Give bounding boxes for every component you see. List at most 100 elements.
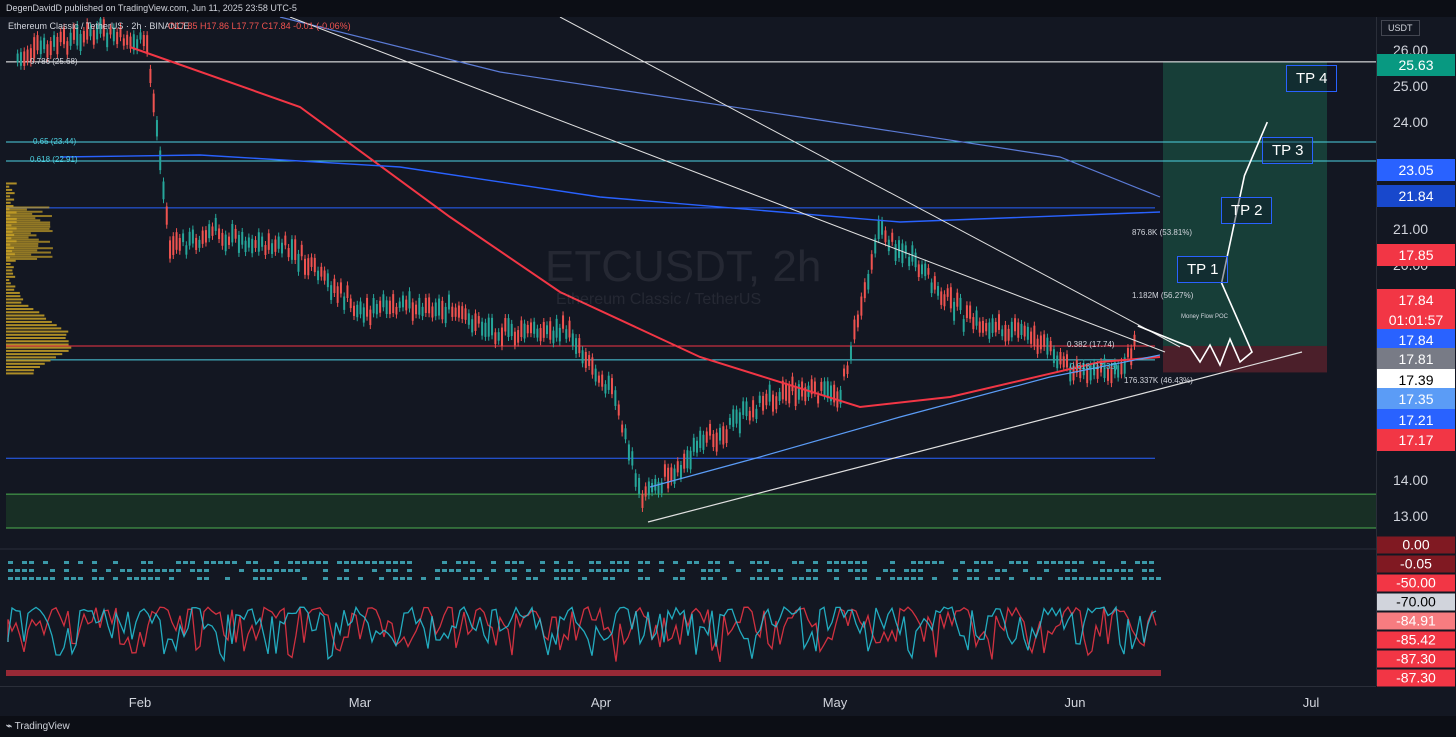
candle-body (775, 396, 777, 409)
oscillator-dot (645, 577, 650, 580)
price-tick-label: 14.00 (1393, 472, 1428, 488)
oscillator-dot (204, 577, 209, 580)
oscillator-dot (708, 577, 713, 580)
oscillator-dot (764, 577, 769, 580)
volume-profile-bar (6, 308, 33, 310)
candle-body (369, 310, 371, 325)
candle-body (927, 268, 929, 275)
candle-body (706, 431, 708, 442)
candle-body (966, 305, 968, 318)
candle-body (943, 294, 945, 306)
oscillator-dot (974, 577, 979, 580)
oscillator-dot (190, 569, 195, 572)
oscillator-dot (799, 561, 804, 564)
candle-body (702, 435, 704, 450)
candle-body (379, 301, 381, 313)
oscillator-dot (708, 569, 713, 572)
volume-profile-bar (6, 363, 45, 365)
candle-body (969, 305, 971, 318)
oscillator-dot (834, 561, 839, 564)
oscillator-dot (645, 561, 650, 564)
oscillator-dot (1065, 561, 1070, 564)
candle-body (595, 369, 597, 382)
volume-profile-bar (6, 232, 31, 234)
candle-body (409, 291, 411, 308)
candle-body (937, 286, 939, 296)
oscillator-dot (1002, 569, 1007, 572)
oscillator-dot (638, 561, 643, 564)
candle-body (235, 229, 237, 239)
time-axis[interactable]: Feb Mar Apr May Jun Jul (0, 686, 1376, 717)
currency-button[interactable]: USDT (1381, 20, 1420, 36)
candle-body (908, 257, 910, 266)
candle-body (304, 259, 306, 275)
time-tick-label: Jun (1065, 695, 1086, 710)
candle-body (798, 384, 800, 400)
volume-profile-bar (6, 263, 11, 265)
oscillator-dot (1121, 561, 1126, 564)
tp4-box: TP 4 (1286, 65, 1337, 92)
oscillator-dot (673, 577, 678, 580)
candle-body (559, 328, 561, 342)
candle-body (716, 433, 718, 452)
oscillator-dot (757, 561, 762, 564)
oscillator-dot (729, 561, 734, 564)
volume-profile-bar (6, 295, 20, 297)
candle-body (931, 282, 933, 293)
price-tag: 01:01:57 (1377, 309, 1455, 331)
candle-body (1017, 322, 1019, 337)
candle-body (693, 438, 695, 452)
candle-body (785, 383, 787, 400)
candle-body (254, 240, 256, 248)
chart-pane[interactable]: Ethereum Classic / TetherUS · 2h · BINAN… (0, 17, 1376, 686)
price-tag: 17.35 (1377, 388, 1455, 410)
candle-body (752, 400, 754, 417)
candle-body (732, 409, 734, 427)
oscillator-dot (911, 569, 916, 572)
price-tag: 17.85 (1377, 244, 1455, 266)
candle-body (43, 38, 45, 49)
oscillator-dot (722, 577, 727, 580)
oscillator-dot (344, 569, 349, 572)
candle-body (346, 285, 348, 298)
candle-body (176, 232, 178, 250)
candle-body (228, 237, 230, 245)
oscillator-dot (680, 577, 685, 580)
time-tick-label: Apr (591, 695, 611, 710)
oscillator-dot (988, 561, 993, 564)
volume-profile-bar (6, 311, 39, 313)
price-axis[interactable]: USDT 26.0025.0024.0021.0020.0014.0013.00… (1376, 17, 1456, 686)
symbol-name-watermark: Ethereum Classic / TetherUS (556, 291, 761, 309)
candle-body (458, 306, 460, 318)
candle-body (264, 245, 266, 255)
oscillator-dot (540, 561, 545, 564)
candle-body (686, 450, 688, 468)
oscillator-dot (379, 577, 384, 580)
oscillator-dot (148, 569, 153, 572)
candle-body (631, 451, 633, 465)
candle-body (294, 239, 296, 260)
candle-body (979, 322, 981, 333)
footer-bar: ⌁ TradingView (0, 716, 1456, 737)
volume-profile-bar (6, 215, 52, 217)
candle-body (1043, 334, 1045, 347)
oscillator-dot (253, 569, 258, 572)
oscillator-dot (1079, 577, 1084, 580)
candle-body (601, 375, 603, 387)
oscillator-dot (589, 561, 594, 564)
oscillator-dot (757, 569, 762, 572)
candle-body (363, 307, 365, 322)
candle-body (245, 241, 247, 252)
legend-ohlc: O17.85 H17.86 L17.77 C17.84 -0.01 (-0.06… (168, 21, 351, 31)
oscillator-dot (918, 577, 923, 580)
oscillator-dot (176, 569, 181, 572)
oscillator-dot (141, 561, 146, 564)
oscillator-dot (897, 577, 902, 580)
oscillator-dot (309, 561, 314, 564)
oscillator-dot (554, 561, 559, 564)
candle-body (474, 313, 476, 331)
candle-body (33, 37, 35, 58)
oscillator-dot (323, 569, 328, 572)
candle-body (895, 244, 897, 261)
publish-bar: DegenDavidD published on TradingView.com… (0, 0, 1456, 17)
